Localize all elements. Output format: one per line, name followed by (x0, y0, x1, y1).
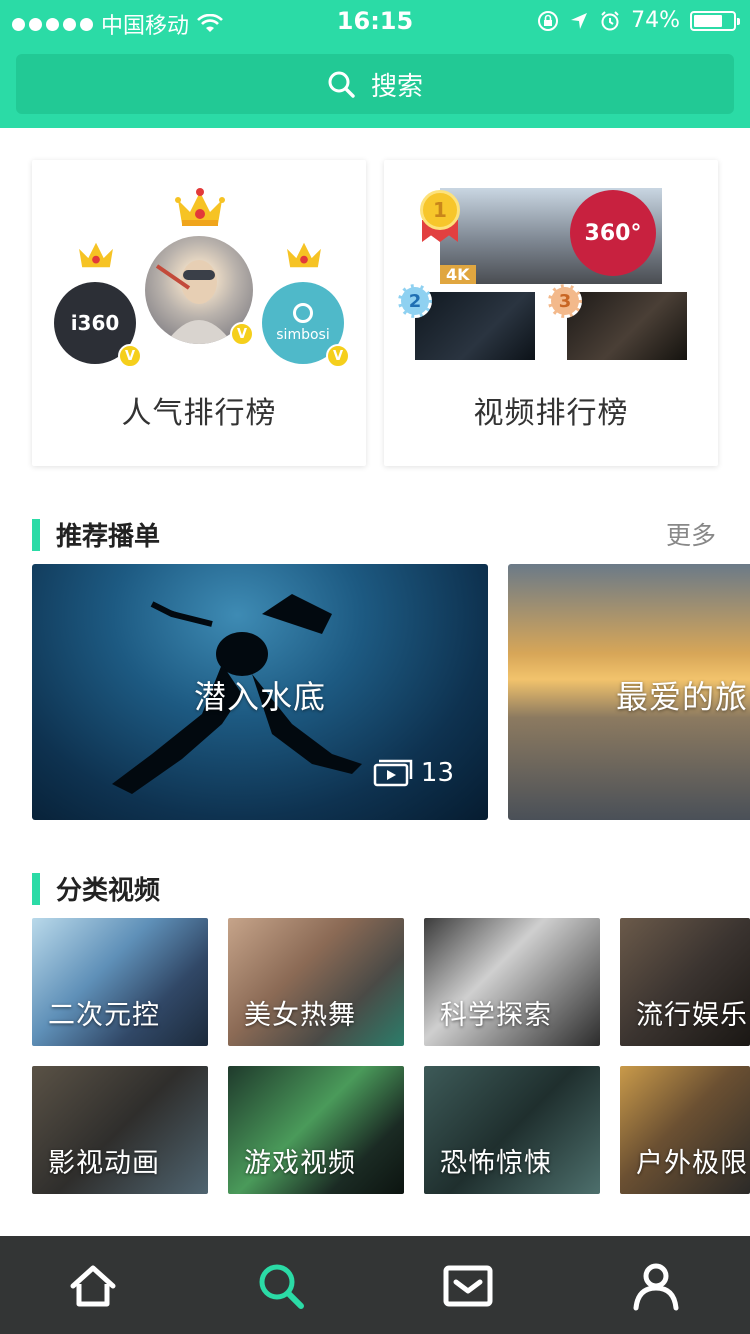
video-ranking-title: 视频排行榜 (473, 396, 629, 431)
video-thumbnail-2 (415, 292, 535, 360)
location-icon (571, 12, 588, 29)
video-ranking-card[interactable]: 4K 360° 1 2 3 视频排行榜 (384, 160, 718, 466)
popularity-ranking-title: 人气排行榜 (121, 396, 277, 431)
category-film-animation[interactable]: 影视动画 (32, 1066, 208, 1194)
playlist-card[interactable]: 最爱的旅 (508, 564, 750, 820)
playlists-section-title: 推荐播单 (56, 522, 161, 552)
rank-medal-1: 1 (420, 190, 460, 230)
crown-icon (287, 242, 321, 268)
popularity-ranking-card[interactable]: i360 simbosi V V V 人气排行榜 (32, 160, 366, 466)
tab-search[interactable] (253, 1258, 309, 1314)
category-games[interactable]: 游戏视频 (228, 1066, 404, 1194)
section-accent-bar (32, 518, 40, 551)
crown-icon (175, 188, 225, 226)
battery-icon (690, 10, 740, 31)
battery-percentage: 74% (631, 8, 680, 33)
playlists-section-header: 推荐播单 (32, 516, 160, 553)
playlist-card[interactable]: 潜入水底 13 (32, 564, 488, 820)
search-icon (259, 1264, 304, 1309)
app-header: 中国移动 16:15 74% 搜索 (0, 0, 750, 128)
category-label: 游戏视频 (244, 1148, 356, 1179)
simbosi-logo-icon (293, 303, 313, 323)
categories-section-title: 分类视频 (56, 876, 161, 906)
profile-icon (633, 1263, 679, 1311)
category-entertainment[interactable]: 流行娱乐 (620, 918, 750, 1046)
search-bar[interactable]: 搜索 (16, 54, 734, 114)
status-right: 74% (537, 8, 740, 33)
badge-360-label: 360° (584, 220, 642, 246)
verified-badge: V (118, 344, 142, 368)
tab-home[interactable] (65, 1258, 121, 1314)
search-icon (328, 71, 355, 98)
category-outdoor[interactable]: 户外极限 (620, 1066, 750, 1194)
category-horror[interactable]: 恐怖惊悚 (424, 1066, 600, 1194)
playlist-title: 潜入水底 (193, 678, 326, 716)
tab-profile[interactable] (628, 1258, 684, 1314)
alarm-icon (601, 10, 619, 30)
status-bar: 中国移动 16:15 74% (0, 0, 750, 40)
rank-medal-3: 3 (548, 284, 582, 318)
category-anime[interactable]: 二次元控 (32, 918, 208, 1046)
category-label: 科学探索 (440, 1000, 552, 1031)
rank-medal-2: 2 (398, 284, 432, 318)
more-link[interactable]: 更多 (666, 516, 716, 552)
avatar-simbosi-label: simbosi (276, 327, 330, 343)
search-placeholder: 搜索 (370, 71, 423, 102)
tab-inbox[interactable] (440, 1258, 496, 1314)
category-label: 二次元控 (48, 1000, 160, 1031)
categories-section-header: 分类视频 (32, 870, 160, 907)
inbox-icon (443, 1265, 493, 1307)
category-science[interactable]: 科学探索 (424, 918, 600, 1046)
video-thumbnail-3 (567, 292, 687, 360)
video-list-icon (373, 759, 413, 787)
category-label: 流行娱乐 (636, 1000, 748, 1031)
badge-4k: 4K (440, 265, 476, 284)
crown-icon (79, 242, 113, 268)
playlist-count-value: 13 (420, 758, 454, 788)
orientation-lock-icon (538, 10, 559, 31)
verified-badge: V (326, 344, 350, 368)
playlist-title: 最爱的旅 (616, 678, 749, 716)
category-label: 影视动画 (48, 1148, 160, 1179)
category-label: 美女热舞 (244, 1000, 356, 1031)
verified-badge: V (230, 322, 254, 346)
avatar-i360-label: i360 (70, 311, 120, 335)
category-label: 户外极限 (636, 1148, 748, 1179)
bottom-tab-bar (0, 1236, 750, 1334)
category-label: 恐怖惊悚 (440, 1148, 552, 1179)
playlist-count: 13 (373, 758, 454, 788)
home-icon (70, 1265, 116, 1307)
category-dance[interactable]: 美女热舞 (228, 918, 404, 1046)
badge-360: 360° (570, 190, 656, 276)
section-accent-bar (32, 872, 40, 905)
